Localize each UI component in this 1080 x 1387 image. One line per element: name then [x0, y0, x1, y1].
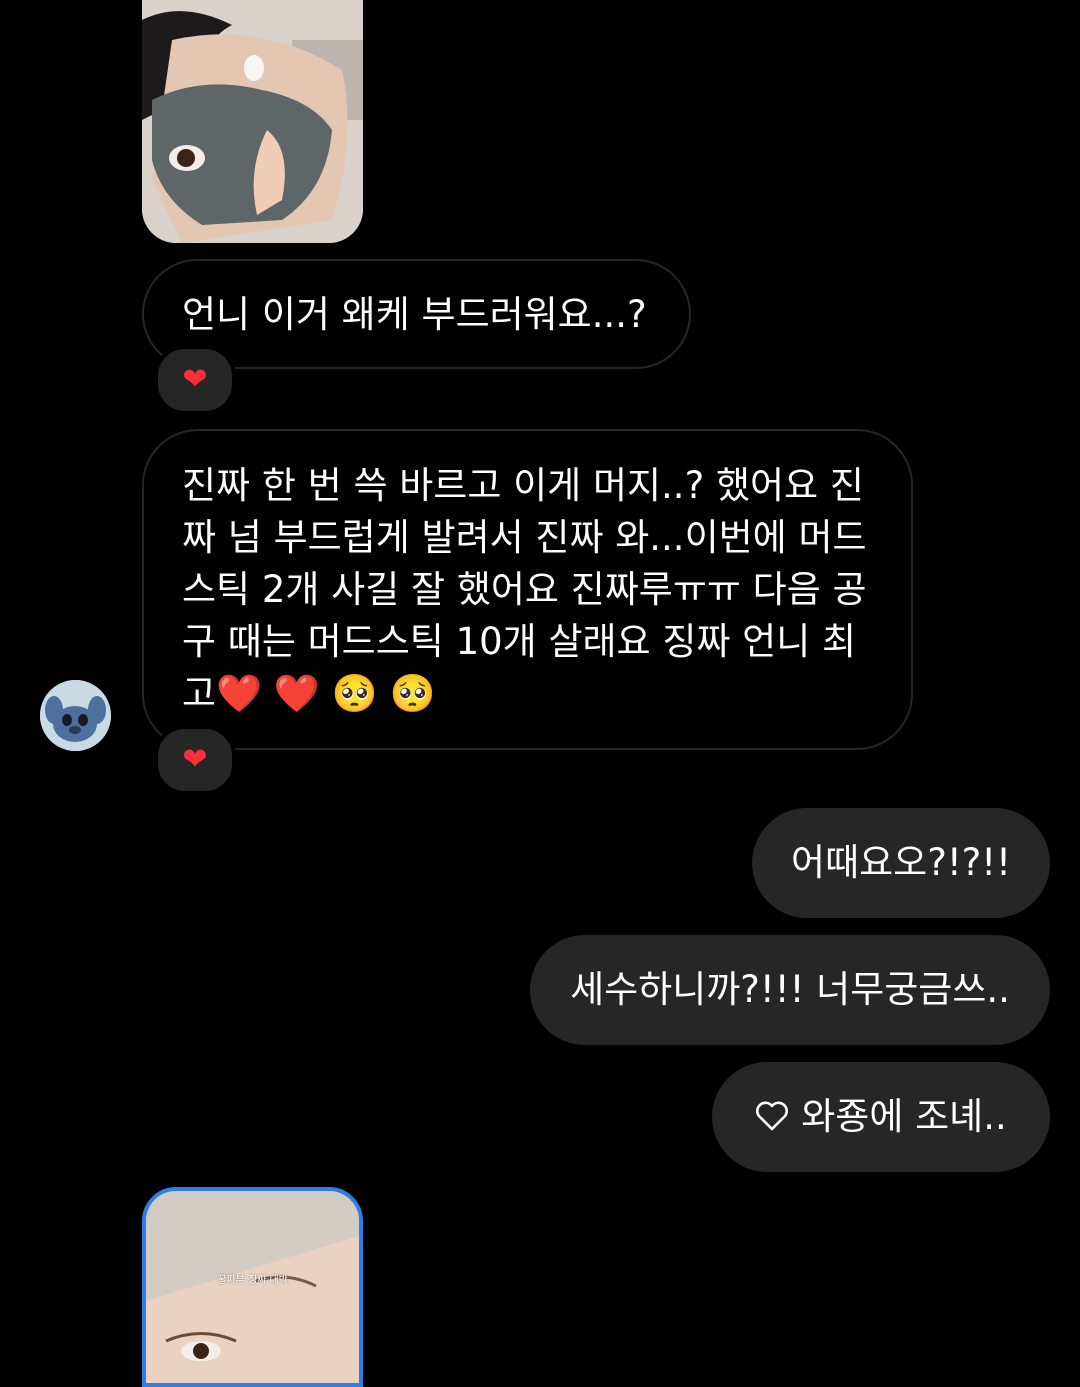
- stitch-avatar-image: [40, 680, 111, 751]
- outgoing-message[interactable]: 와죵에 조녜..: [712, 1062, 1050, 1172]
- message-text: 언니 이거 왜케 부드러워요...?: [182, 293, 647, 336]
- outgoing-message[interactable]: 세수하니까?!!! 너무궁금쓰..: [530, 935, 1050, 1045]
- message-text: 세수하니까?!!! 너무궁금쓰..: [570, 968, 1010, 1011]
- message-text: 와죵에 조녜..: [801, 1095, 1007, 1138]
- photo-top-image: [142, 0, 363, 243]
- incoming-message[interactable]: 진짜 한 번 쓱 바르고 이게 머지..? 했어요 진 짜 넘 부드럽게 발려서…: [142, 429, 913, 750]
- photo-bottom-image: [146, 1191, 359, 1383]
- heart-icon: ❤: [182, 362, 208, 397]
- outgoing-message[interactable]: 어때요오?!?!!: [752, 808, 1050, 918]
- message-text: 진짜 한 번 쓱 바르고 이게 머지..? 했어요 진 짜 넘 부드럽게 발려서…: [182, 464, 867, 715]
- sender-avatar[interactable]: [40, 680, 111, 751]
- shared-story-bottom[interactable]: 꿀피부 징짜 대박: [142, 1187, 363, 1387]
- heart-icon: ❤: [182, 742, 208, 777]
- message-text: 어때요오?!?!!: [791, 841, 1011, 884]
- shared-photo-top[interactable]: [142, 0, 363, 243]
- reaction-badge[interactable]: ❤: [154, 345, 236, 415]
- story-caption: 꿀피부 징짜 대박: [217, 1275, 288, 1286]
- heart-outline-icon: [755, 1064, 789, 1174]
- reaction-badge[interactable]: ❤: [154, 725, 236, 795]
